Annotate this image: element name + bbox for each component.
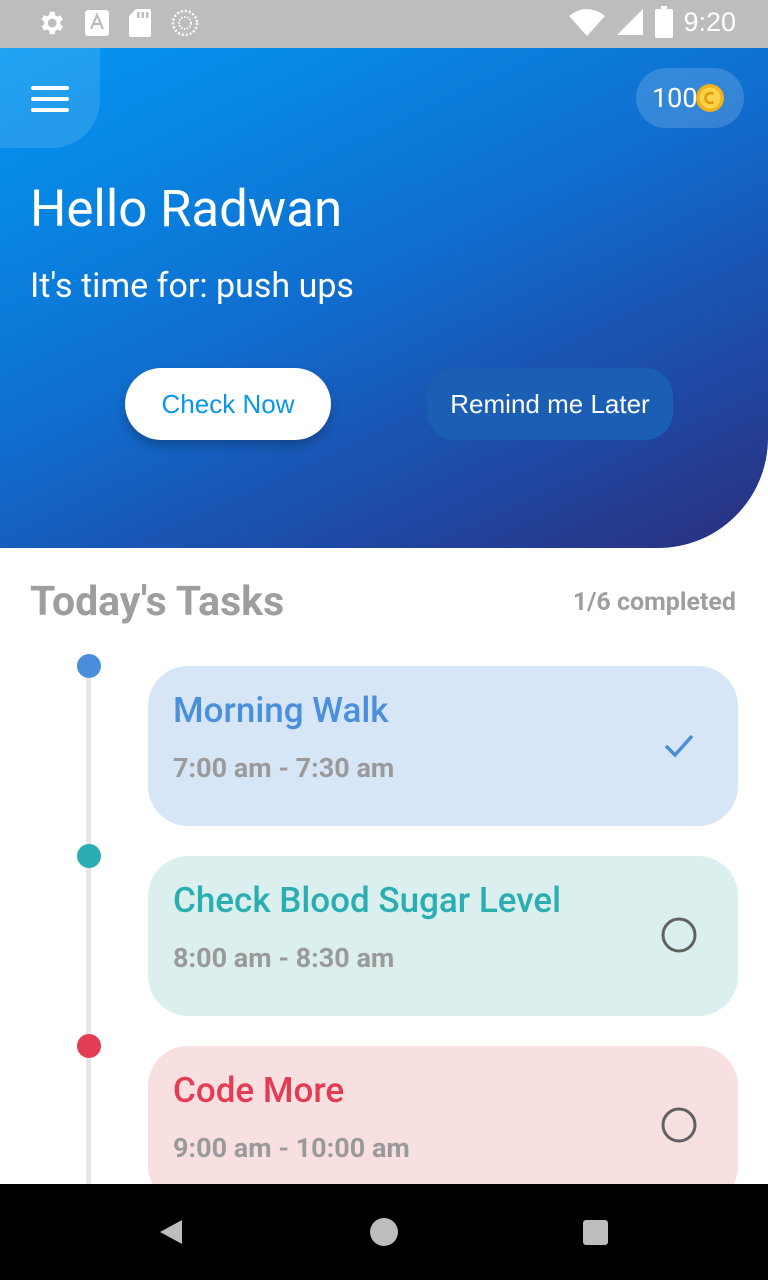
status-bar: 9:20: [0, 0, 768, 48]
battery-icon: [655, 6, 674, 38]
task-title: Code More: [173, 1070, 345, 1111]
wifi-icon: [569, 9, 606, 36]
hamburger-menu-icon: [31, 86, 69, 119]
header-banner: 100 Hello Radwan It's time for: push ups…: [0, 48, 768, 548]
task-time: 9:00 am - 10:00 am: [173, 1132, 410, 1164]
unchecked-circle-icon[interactable]: [660, 916, 698, 954]
tasks-completed-count: 1/6 completed: [572, 588, 736, 617]
unchecked-circle-icon[interactable]: [660, 1106, 698, 1144]
task-title: Check Blood Sugar Level: [173, 880, 562, 921]
task-title: Morning Walk: [173, 690, 389, 731]
settings-icon: [41, 11, 64, 35]
timeline-dot: [77, 654, 101, 678]
signal-icon: [617, 9, 644, 35]
timeline-dot: [77, 844, 101, 868]
menu-button[interactable]: [0, 48, 100, 148]
status-icons-left: [36, 8, 200, 38]
task-card[interactable]: Check Blood Sugar Level 8:00 am - 8:30 a…: [148, 856, 738, 1016]
remind-later-button[interactable]: Remind me Later: [427, 368, 673, 440]
back-icon[interactable]: [158, 1218, 184, 1246]
coin-icon: [696, 84, 724, 112]
task-card[interactable]: Code More 9:00 am - 10:00 am: [148, 1046, 738, 1206]
tasks-title: Today's Tasks: [30, 578, 285, 626]
timeline-dot: [77, 1034, 101, 1058]
task-time: 7:00 am - 7:30 am: [173, 752, 395, 784]
check-now-button[interactable]: Check Now: [125, 368, 331, 440]
sd-card-icon: [129, 9, 151, 37]
keyboard-a-icon: [85, 10, 109, 36]
check-icon[interactable]: [660, 726, 698, 764]
clock: 9:20: [683, 6, 736, 37]
coin-balance[interactable]: 100: [636, 68, 744, 128]
task-card[interactable]: Morning Walk 7:00 am - 7:30 am: [148, 666, 738, 826]
timeline-line: [86, 665, 91, 1185]
recents-icon[interactable]: [583, 1220, 608, 1245]
reminder-text: It's time for: push ups: [30, 266, 354, 306]
coin-count: 100: [652, 82, 698, 114]
system-nav-bar: [0, 1184, 768, 1280]
home-icon[interactable]: [370, 1218, 398, 1246]
sync-icon: [171, 9, 199, 37]
greeting-text: Hello Radwan: [30, 180, 343, 239]
status-icons-right: 9:20: [569, 6, 736, 38]
task-time: 8:00 am - 8:30 am: [173, 942, 395, 974]
